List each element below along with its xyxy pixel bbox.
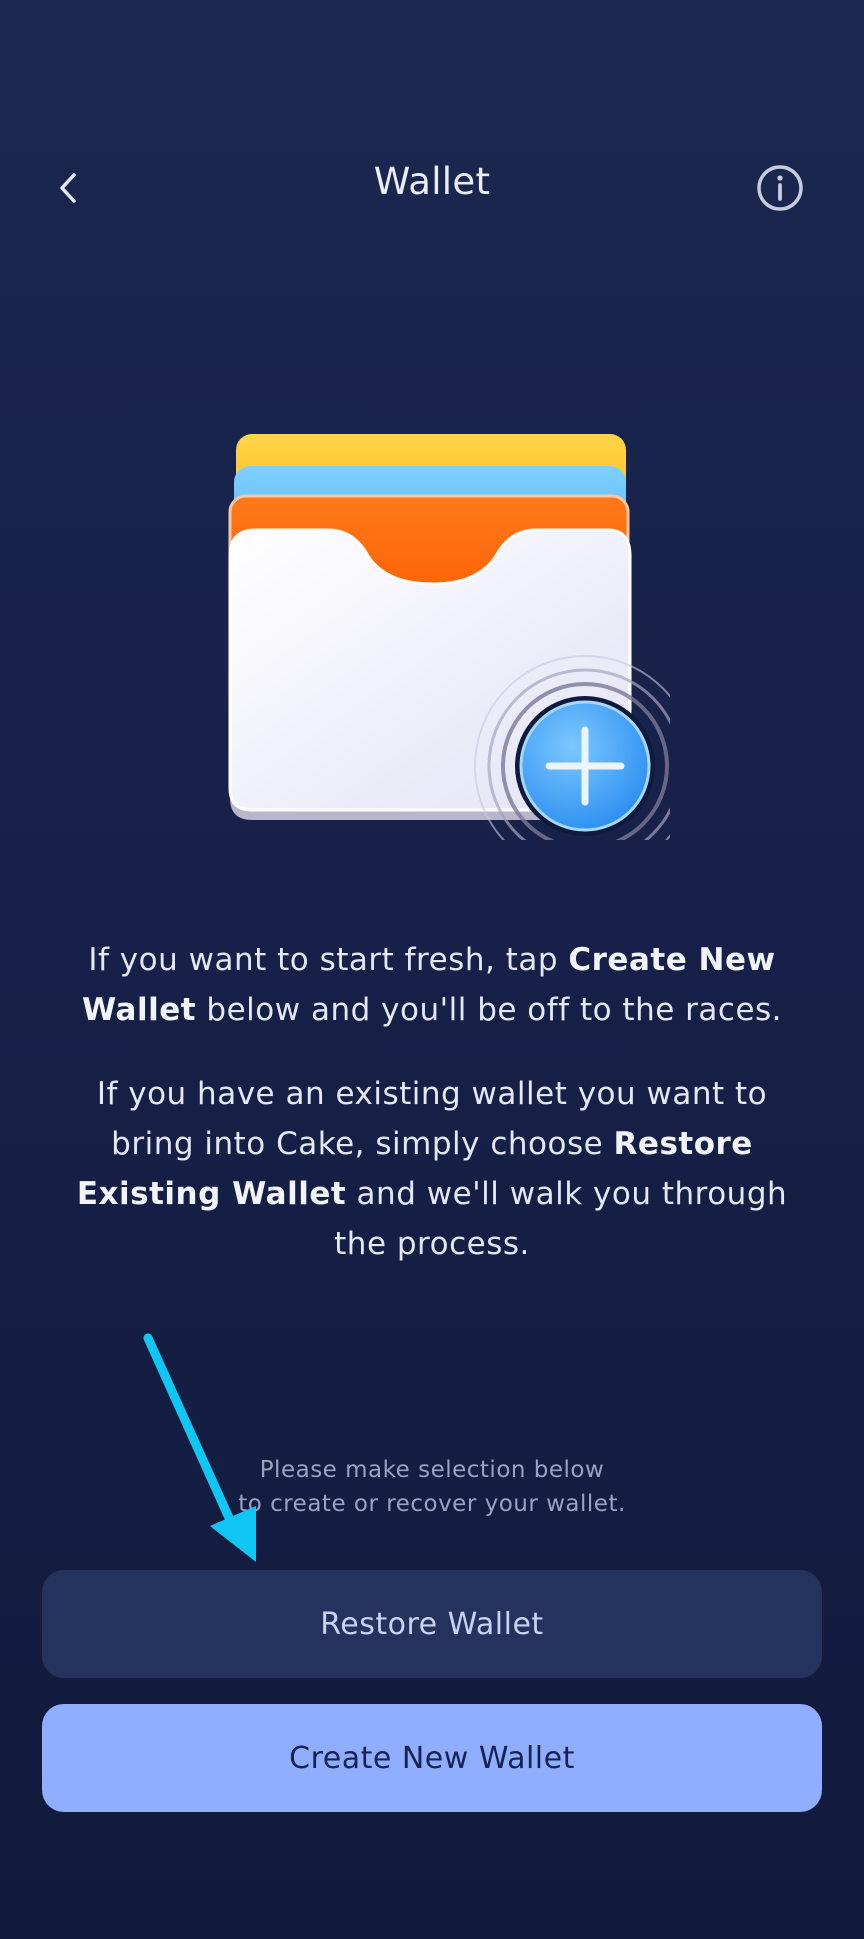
intro-text: below and you'll be off to the races. [196, 992, 783, 1028]
intro-paragraph-create: If you want to start fresh, tap Create N… [70, 935, 794, 1035]
restore-wallet-button[interactable]: Restore Wallet [42, 1570, 822, 1678]
wallet-illustration [220, 420, 696, 877]
info-button[interactable] [752, 160, 808, 216]
wallet-add-illustration [228, 434, 696, 877]
info-icon [757, 165, 803, 211]
app-header: Wallet [0, 140, 864, 230]
page-title: Wallet [373, 160, 491, 203]
annotation-arrow-icon [143, 1333, 256, 1562]
intro-paragraph-restore: If you have an existing wallet you want … [70, 1069, 794, 1269]
create-new-wallet-button[interactable]: Create New Wallet [42, 1704, 822, 1812]
intro-text: If you want to start fresh, tap [88, 942, 569, 978]
intro-text: and we'll walk you through the process. [334, 1176, 788, 1262]
